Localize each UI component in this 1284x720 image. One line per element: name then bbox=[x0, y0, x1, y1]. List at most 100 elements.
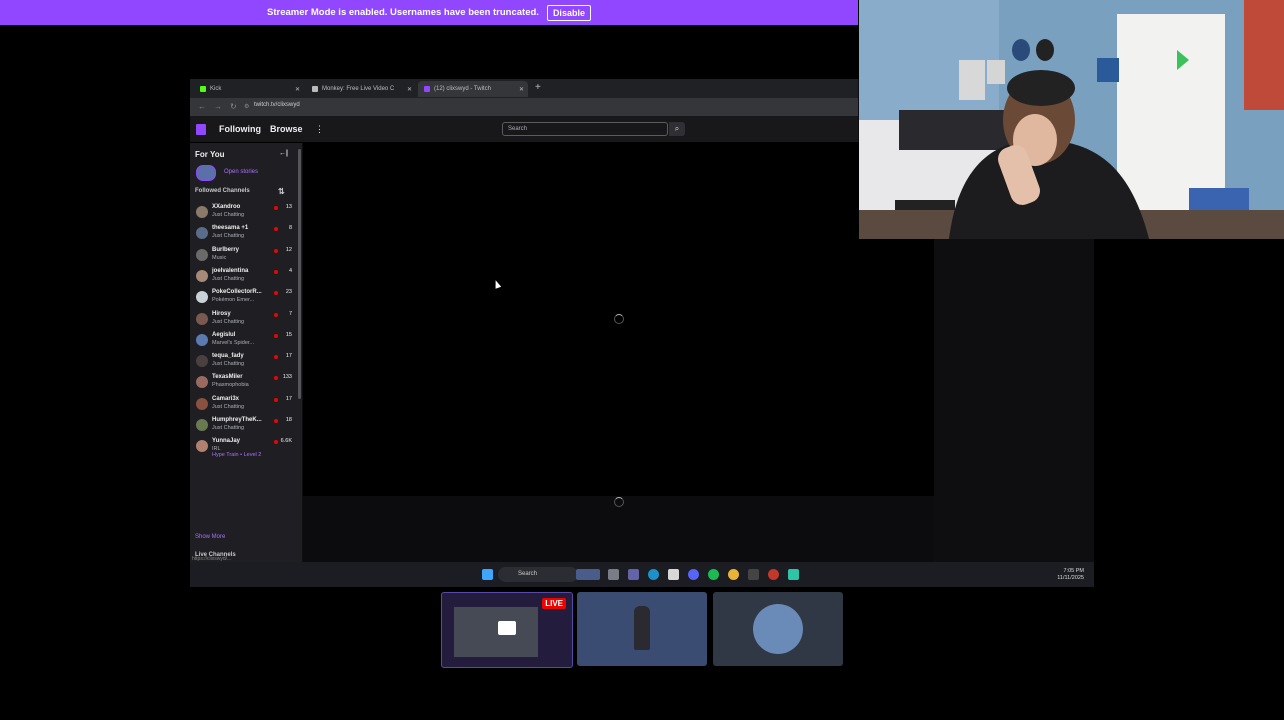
sidebar-channel-item[interactable]: Aegislul Marvel's Spider... 15 bbox=[194, 330, 294, 350]
for-you-heading: For You bbox=[195, 150, 225, 159]
avatar bbox=[196, 227, 208, 240]
close-tab-icon[interactable]: ✕ bbox=[407, 86, 412, 93]
settings-icon[interactable] bbox=[748, 569, 759, 580]
teams-icon[interactable] bbox=[628, 569, 639, 580]
scene-thumbnail[interactable] bbox=[577, 592, 707, 666]
site-info-icon[interactable]: ⚙ bbox=[244, 103, 249, 110]
channel-name: Hirosy bbox=[212, 310, 231, 317]
avatar bbox=[196, 206, 208, 218]
sidebar-channel-item[interactable]: Camari3x Just Chatting 17 bbox=[194, 394, 294, 414]
live-dot-icon bbox=[274, 376, 278, 381]
clock-time: 7:05 PM bbox=[1063, 568, 1084, 574]
avatar bbox=[196, 440, 208, 453]
sidebar-channel-item[interactable]: tequa_fady Just Chatting 17 bbox=[194, 351, 294, 371]
live-dot-icon bbox=[274, 248, 278, 253]
close-tab-icon[interactable]: ✕ bbox=[295, 86, 300, 93]
new-tab-button[interactable]: + bbox=[535, 82, 541, 93]
live-dot-icon bbox=[274, 397, 278, 402]
kick-favicon-icon bbox=[200, 86, 206, 92]
channel-name: PokeCollectorR... bbox=[212, 289, 262, 296]
avatar-icon bbox=[753, 604, 803, 654]
live-dot-icon bbox=[274, 291, 278, 296]
sidebar-channel-item[interactable]: YunnaJay IRL 6.6K Hype Train • Level 2 bbox=[194, 436, 294, 459]
live-dot-icon bbox=[274, 269, 278, 274]
twitch-logo-icon[interactable] bbox=[196, 124, 206, 135]
webcam-feed bbox=[859, 0, 1284, 239]
live-dot-icon bbox=[274, 227, 278, 232]
viewer-count: 133 bbox=[282, 374, 292, 381]
loading-spinner-icon bbox=[614, 314, 624, 324]
viewer-count: 23 bbox=[285, 289, 292, 296]
hype-train-label: Hype Train • Level 2 bbox=[212, 452, 262, 459]
webcam-image bbox=[859, 0, 1284, 239]
reload-icon[interactable]: ↻ bbox=[230, 102, 237, 111]
open-stories-link[interactable]: Open stories bbox=[224, 169, 258, 175]
spotify-icon[interactable] bbox=[708, 569, 719, 580]
tab-title: Monkey: Free Live Video C bbox=[322, 86, 395, 92]
tab-kick[interactable]: Kick ✕ bbox=[194, 81, 304, 97]
sidebar-channel-item[interactable]: Burlberry Music 12 bbox=[194, 245, 294, 265]
taskbar-clock[interactable]: 7:05 PM 11/11/2025 bbox=[1057, 568, 1084, 582]
sidebar-channel-item[interactable]: joelvalentina Just Chatting 4 bbox=[194, 266, 294, 286]
more-menu-icon[interactable]: ⋮ bbox=[315, 124, 324, 135]
forward-arrow-icon[interactable]: → bbox=[214, 102, 222, 111]
sidebar-channel-item[interactable]: theesama +1 Just Chatting 8 bbox=[194, 223, 294, 243]
windows-start-icon[interactable] bbox=[482, 569, 493, 580]
live-dot-icon bbox=[274, 355, 278, 360]
clock-date: 11/11/2025 bbox=[1057, 575, 1084, 581]
scene-thumbnail[interactable]: LIVE bbox=[441, 592, 573, 668]
viewer-count: 12 bbox=[285, 246, 292, 253]
banner-message: Streamer Mode is enabled. Usernames have… bbox=[267, 7, 539, 18]
chrome-icon[interactable] bbox=[728, 569, 739, 580]
twitch-top-nav: Following Browse ⋮ Search ⌕ bbox=[190, 116, 858, 143]
obs-icon[interactable] bbox=[768, 569, 779, 580]
nav-following[interactable]: Following bbox=[219, 124, 261, 134]
windows-taskbar: Search 7:05 PM 11/11/2025 bbox=[190, 562, 1094, 587]
channel-name: tequa_fady bbox=[212, 353, 244, 360]
app-icon[interactable] bbox=[788, 569, 799, 580]
sidebar-channel-item[interactable]: PokeCollectorR... Pokémon Emer... 23 bbox=[194, 287, 294, 307]
viewer-count: 18 bbox=[285, 417, 292, 423]
back-arrow-icon[interactable]: ← bbox=[198, 102, 206, 111]
avatar bbox=[196, 419, 208, 431]
channel-category: Just Chatting bbox=[212, 361, 245, 368]
store-icon[interactable] bbox=[668, 569, 679, 580]
channel-category: Just Chatting bbox=[212, 275, 245, 282]
live-dot-icon bbox=[274, 440, 278, 445]
sidebar-channel-item[interactable]: XXandroo Just Chatting 13 bbox=[194, 202, 294, 222]
twitch-favicon-icon bbox=[424, 86, 430, 92]
channel-name: YunnaJay bbox=[212, 438, 241, 445]
sidebar-channel-item[interactable]: TexasMiler Phasmophobia 133 bbox=[194, 372, 294, 392]
viewer-count: 13 bbox=[285, 204, 292, 210]
discord-icon[interactable] bbox=[688, 569, 699, 580]
channel-category: Pokémon Emer... bbox=[212, 297, 255, 304]
collapse-sidebar-icon[interactable]: ←| bbox=[279, 150, 288, 157]
search-icon[interactable]: ⌕ bbox=[669, 122, 685, 136]
files-icon[interactable] bbox=[608, 569, 619, 580]
stories-avatar[interactable] bbox=[196, 165, 216, 181]
tab-twitch[interactable]: (12) clixswyd - Twitch ✕ bbox=[418, 81, 528, 97]
sidebar-channel-item[interactable]: Hirosy Just Chatting 7 bbox=[194, 309, 294, 329]
show-more-link[interactable]: Show More bbox=[195, 534, 225, 540]
avatar bbox=[196, 333, 208, 346]
avatar bbox=[196, 355, 208, 368]
channel-name: TexasMiler bbox=[212, 374, 243, 381]
disable-button[interactable]: Disable bbox=[546, 4, 591, 21]
nav-browse[interactable]: Browse bbox=[270, 124, 303, 134]
channel-category: Phasmophobia bbox=[212, 382, 249, 389]
address-bar[interactable]: twitch.tv/clixswyd bbox=[254, 102, 300, 108]
scene-thumbnail[interactable] bbox=[713, 592, 843, 666]
tab-monkey[interactable]: Monkey: Free Live Video C ✕ bbox=[306, 81, 416, 97]
close-tab-icon[interactable]: ✕ bbox=[519, 86, 524, 93]
screen-icon bbox=[498, 621, 516, 635]
sidebar-channel-item[interactable]: HumphreyTheK... Just Chatting 18 bbox=[194, 415, 294, 435]
sidebar-scrollbar[interactable] bbox=[298, 149, 301, 399]
edge-icon[interactable] bbox=[648, 569, 659, 580]
taskbar-search[interactable]: Search bbox=[498, 567, 578, 582]
search-input[interactable]: Search bbox=[502, 122, 668, 136]
channel-category: Marvel's Spider... bbox=[212, 339, 255, 346]
followed-channels-heading: Followed Channels bbox=[195, 188, 250, 194]
sort-icon[interactable]: ⇅ bbox=[278, 187, 285, 196]
channel-category: Just Chatting bbox=[212, 318, 245, 325]
streamer-mode-banner: Streamer Mode is enabled. Usernames have… bbox=[0, 0, 858, 25]
